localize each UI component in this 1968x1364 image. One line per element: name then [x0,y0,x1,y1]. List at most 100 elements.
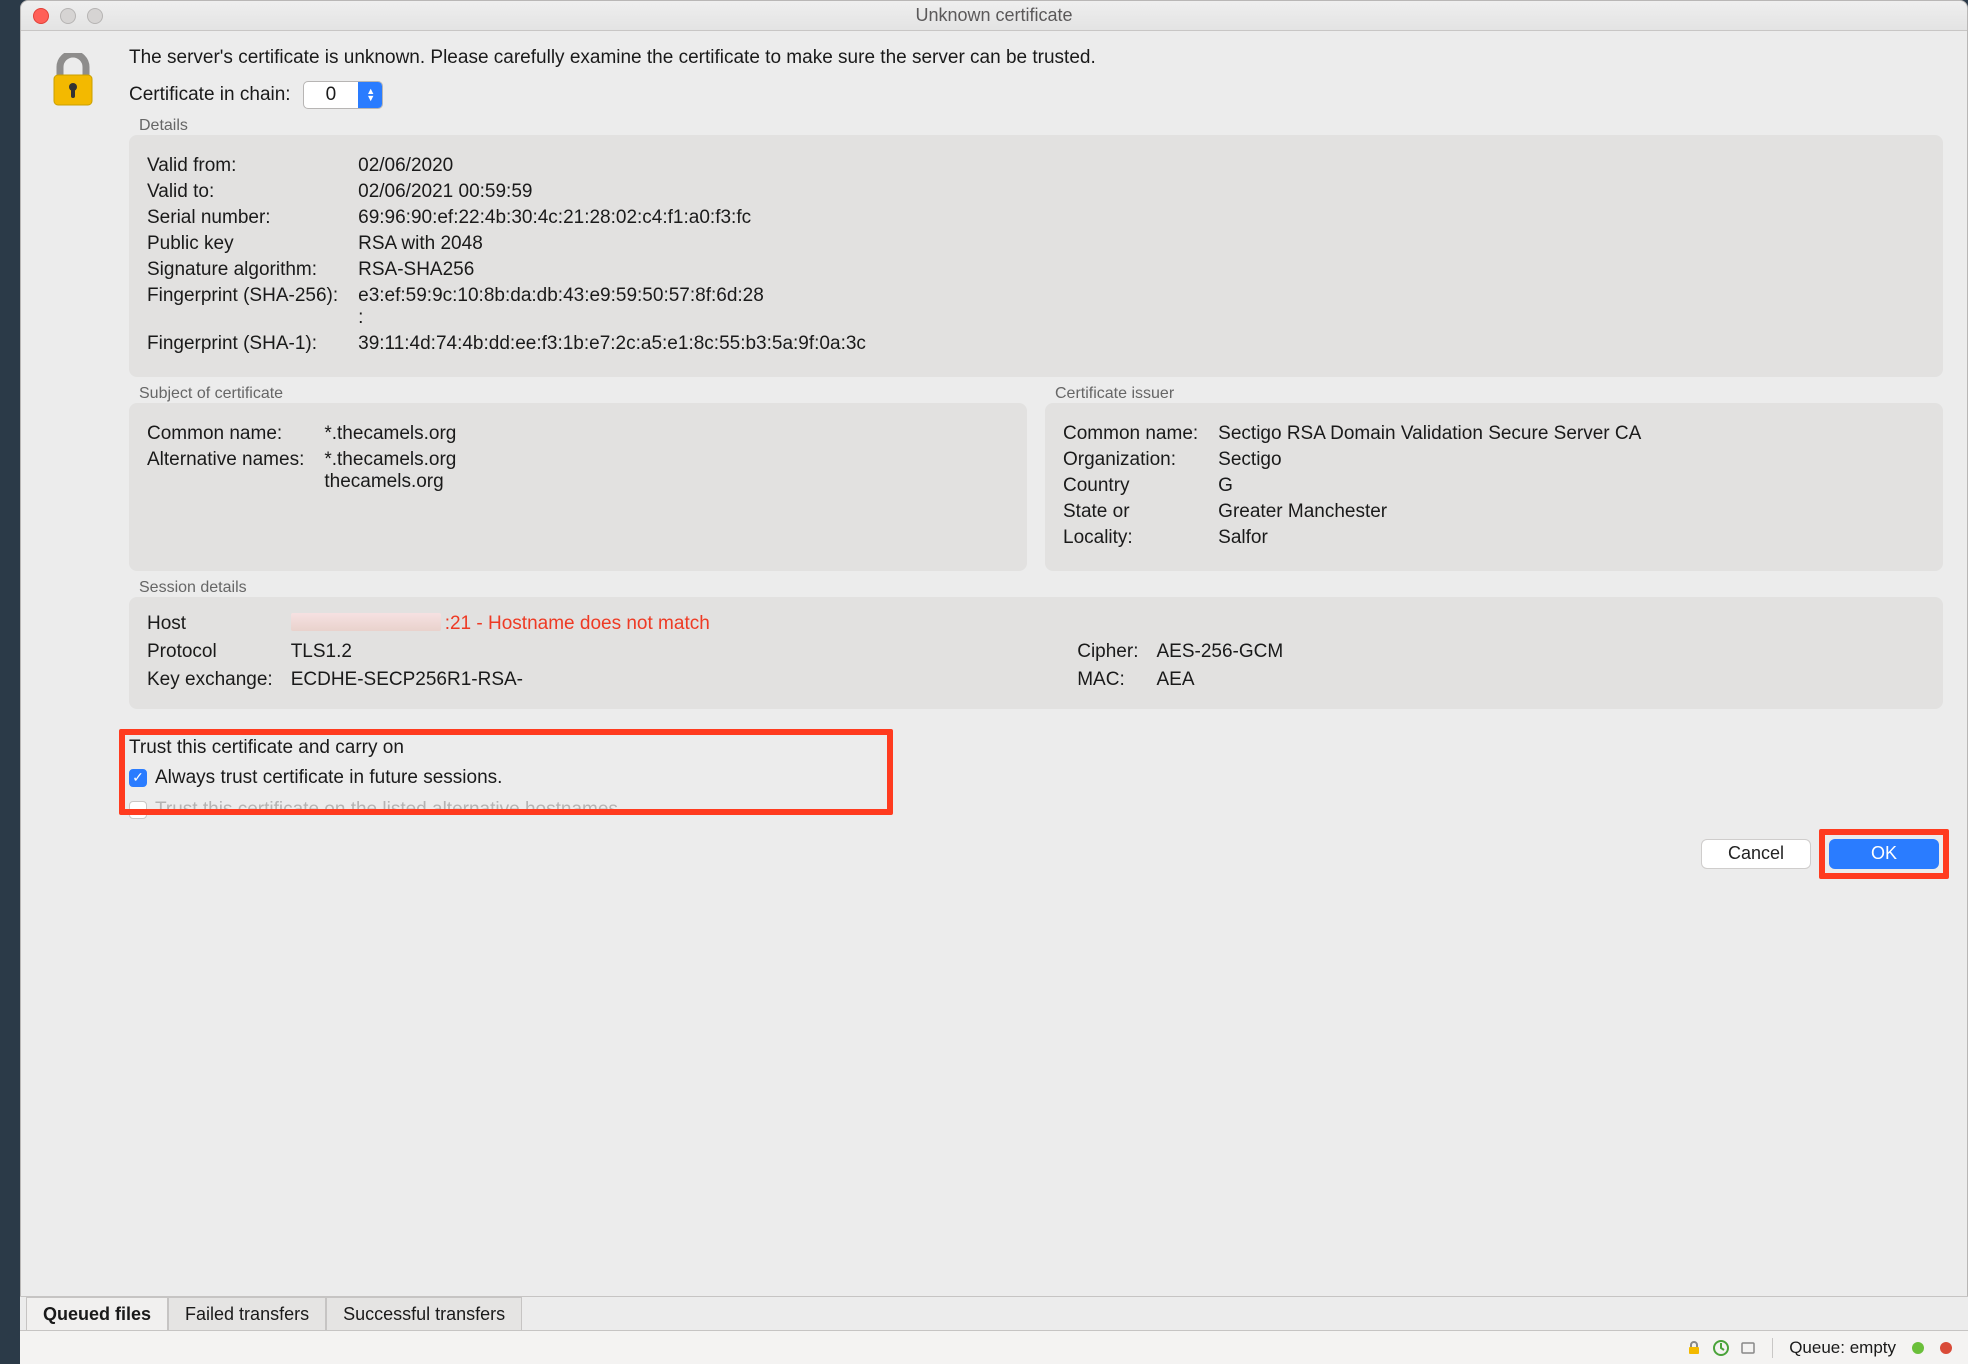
table-row: Public keyRSA with 2048 [147,233,866,255]
field-label: Locality: [1063,527,1218,549]
settings-small-icon[interactable] [1740,1340,1756,1356]
details-group: Details Valid from:02/06/2020Valid to:02… [129,135,1943,377]
lock-small-icon [1686,1340,1702,1356]
zoom-icon[interactable] [87,8,103,24]
table-row: Common name:Sectigo RSA Domain Validatio… [1063,423,1641,445]
field-label: Alternative names: [147,449,324,493]
table-row: Locality:Salfor [1063,527,1641,549]
field-value: RSA with 2048 [358,233,866,255]
field-value: *.thecamels.org thecamels.org [324,449,456,493]
field-value: Greater Manchester [1218,501,1641,523]
field-label: Fingerprint (SHA-1): [147,333,358,355]
table-row: Fingerprint (SHA-256):e3:ef:59:9c:10:8b:… [147,285,866,329]
field-value: Sectigo RSA Domain Validation Secure Ser… [1218,423,1641,445]
table-row: Common name:*.thecamels.org [147,423,456,445]
chain-select[interactable]: 0 ▲▼ [303,81,384,109]
field-value: 02/06/2021 00:59:59 [358,181,866,203]
session-host-label: Host [147,613,273,635]
status-dot-red-icon [1940,1342,1952,1354]
session-host-warning: :21 - Hostname does not match [445,613,710,634]
field-label: Serial number: [147,207,358,229]
field-value: 02/06/2020 [358,155,866,177]
queue-status: Queue: empty [1789,1338,1896,1358]
titlebar: Unknown certificate [21,1,1967,31]
status-dot-green-icon [1912,1342,1924,1354]
chain-row: Certificate in chain: 0 ▲▼ [129,81,1943,109]
field-label: Country [1063,475,1218,497]
queue-label: Queue: [1789,1338,1845,1357]
field-value: RSA-SHA256 [358,259,866,281]
table-row: Valid to:02/06/2021 00:59:59 [147,181,866,203]
field-label: Organization: [1063,449,1218,471]
ok-button[interactable]: OK [1829,839,1939,869]
issuer-legend: Certificate issuer [1055,385,1174,403]
lock-icon [45,45,101,869]
table-row: Organization:Sectigo [1063,449,1641,471]
table-row: Fingerprint (SHA-1):39:11:4d:74:4b:dd:ee… [147,333,866,355]
chain-label: Certificate in chain: [129,84,291,106]
field-value: Sectigo [1218,449,1641,471]
details-legend: Details [139,117,188,135]
session-group: Session details Host :21 - Hostname does… [129,597,1943,709]
status-icons [1686,1339,1756,1357]
button-row: Cancel OK [129,839,1943,869]
field-value: ECDHE-SECP256R1-RSA- [291,669,1060,691]
chain-select-value: 0 [304,82,359,108]
field-label: Key exchange: [147,669,273,691]
table-row: State orGreater Manchester [1063,501,1641,523]
always-trust-row[interactable]: ✓ Always trust certificate in future ses… [129,767,1943,789]
minimize-icon[interactable] [60,8,76,24]
field-label: Protocol [147,641,273,663]
tab-successful-transfers[interactable]: Successful transfers [326,1297,522,1330]
checkbox-unchecked-icon [129,801,147,819]
sync-icon[interactable] [1712,1339,1730,1357]
close-icon[interactable] [33,8,49,24]
tab-failed-transfers[interactable]: Failed transfers [168,1297,326,1330]
transfer-tabs: Queued files Failed transfers Successful… [20,1296,1968,1330]
field-label: Valid to: [147,181,358,203]
field-label: State or [1063,501,1218,523]
field-label: Common name: [1063,423,1218,445]
field-value: 69:96:90:ef:22:4b:30:4c:21:28:02:c4:f1:a… [358,207,866,229]
alt-trust-row: Trust this certificate on the listed alt… [129,799,1943,821]
field-value: AEA [1156,669,1925,691]
tab-queued-files[interactable]: Queued files [26,1297,168,1330]
cancel-button[interactable]: Cancel [1701,839,1811,869]
field-label: Signature algorithm: [147,259,358,281]
subject-group: Subject of certificate Common name:*.the… [129,403,1027,571]
checkbox-checked-icon: ✓ [129,769,147,787]
field-label: Valid from: [147,155,358,177]
field-value: 39:11:4d:74:4b:dd:ee:f3:1b:e7:2c:a5:e1:8… [358,333,866,355]
intro-text: The server's certificate is unknown. Ple… [129,45,1943,71]
dialog-content: The server's certificate is unknown. Ple… [21,31,1967,1363]
field-value: G [1218,475,1641,497]
field-label: Public key [147,233,358,255]
field-label: Fingerprint (SHA-256): [147,285,358,329]
subject-legend: Subject of certificate [139,385,283,403]
table-row: Alternative names:*.thecamels.org thecam… [147,449,456,493]
field-label: Cipher: [1077,641,1138,663]
queue-value: empty [1850,1338,1896,1357]
issuer-group: Certificate issuer Common name:Sectigo R… [1045,403,1943,571]
table-row: Valid from:02/06/2020 [147,155,866,177]
session-host-value: :21 - Hostname does not match [291,613,1925,635]
table-row: Serial number:69:96:90:ef:22:4b:30:4c:21… [147,207,866,229]
window-controls [33,8,103,24]
field-value: e3:ef:59:9c:10:8b:da:db:43:e9:59:50:57:8… [358,285,866,329]
always-trust-label: Always trust certificate in future sessi… [155,767,502,789]
field-value: *.thecamels.org [324,423,456,445]
table-row: CountryG [1063,475,1641,497]
redacted-host-icon [291,613,441,631]
chevron-updown-icon: ▲▼ [358,82,382,108]
field-value: Salfor [1218,527,1641,549]
session-legend: Session details [139,579,247,597]
trust-heading: Trust this certificate and carry on [129,737,1943,759]
table-row: Signature algorithm:RSA-SHA256 [147,259,866,281]
status-bar: Queue: empty [20,1330,1968,1364]
field-value: AES-256-GCM [1156,641,1925,663]
field-label: Common name: [147,423,324,445]
field-label: MAC: [1077,669,1138,691]
field-value: TLS1.2 [291,641,1060,663]
dialog-window: Unknown certificate The server's certifi… [20,0,1968,1364]
alt-trust-label: Trust this certificate on the listed alt… [155,799,623,821]
